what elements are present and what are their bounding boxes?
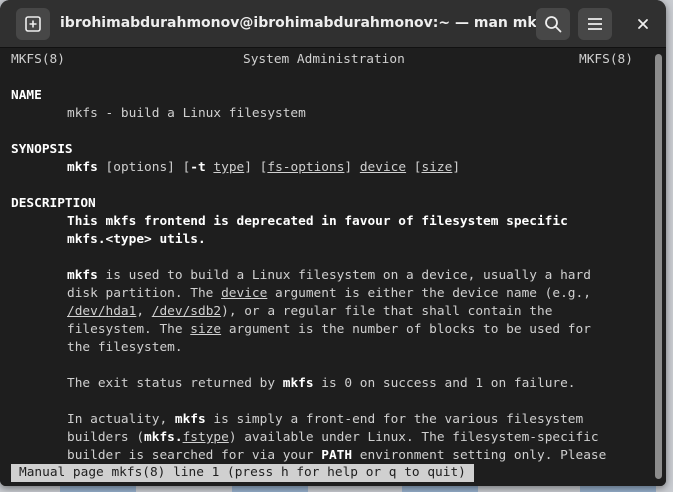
description-line: builders (mkfs.fstype) available under L… (67, 429, 599, 447)
description-text: is used to build a Linux filesystem on a… (97, 268, 591, 283)
description-text: ) available under Linux. The filesystem-… (228, 430, 599, 445)
close-button[interactable] (631, 12, 655, 36)
description-text: ), or a regular file that shall contain … (221, 304, 553, 319)
pager-status-line: Manual page mkfs(8) line 1 (press h for … (11, 464, 474, 482)
device-path: /dev/hda1 (67, 304, 137, 319)
hamburger-menu-icon (588, 18, 602, 30)
title-bar: ibrohimabdurahmonov@ibrohimabdurahmonov:… (0, 0, 666, 48)
description-line: The exit status returned by mkfs is 0 on… (67, 375, 576, 393)
command-name: mkfs (174, 412, 206, 427)
description-line: filesystem. The size argument is the num… (67, 321, 591, 339)
command-name: mkfs (67, 268, 98, 283)
new-tab-button[interactable] (16, 8, 50, 40)
synopsis-text: ] (344, 160, 360, 175)
device-path: /dev/sdb2 (151, 304, 222, 319)
description-text: is 0 on success and 1 on failure. (313, 376, 576, 391)
command-name: mkfs (282, 376, 314, 391)
synopsis-text: [ (406, 160, 422, 175)
man-header-right: MKFS(8) (579, 52, 633, 67)
synopsis-line: mkfs [options] [-t type] [fs-options] de… (67, 159, 460, 177)
section-heading-synopsis: SYNOPSIS (11, 142, 73, 157)
command-name: mkfs. (144, 430, 183, 445)
synopsis-command: mkfs (67, 160, 98, 175)
description-line: In actuality, mkfs is simply a front-end… (67, 411, 583, 429)
synopsis-arg-type: type (213, 160, 245, 175)
description-line: builder is searched for via your PATH en… (67, 447, 606, 465)
synopsis-arg-size: size (421, 160, 453, 175)
arg-fstype: fstype (182, 430, 229, 445)
description-text: argument is the number of blocks to be u… (221, 322, 591, 337)
arg-size: size (190, 322, 222, 337)
description-text: builder is searched for via your (67, 448, 322, 463)
arg-device: device (221, 286, 268, 301)
description-text: , (136, 304, 152, 319)
description-text: disk partition. The (67, 286, 222, 301)
synopsis-arg-fs-options: fs-options (267, 160, 345, 175)
deprecation-notice: This mkfs frontend is deprecated in favo… (67, 214, 568, 229)
scrollbar-thumb[interactable] (655, 54, 662, 479)
synopsis-text: [options] [ (97, 160, 191, 175)
synopsis-flag: -t (190, 160, 206, 175)
description-text: filesystem. The (67, 322, 191, 337)
terminal-content[interactable]: MKFS(8) System Administration MKFS(8) NA… (0, 48, 650, 486)
new-tab-icon (25, 16, 41, 32)
synopsis-text: ] (452, 160, 461, 175)
section-heading-name: NAME (11, 88, 42, 103)
description-text: builders ( (67, 430, 145, 445)
description-text: The exit status returned by (67, 376, 283, 391)
name-text: mkfs - build a Linux filesystem (67, 106, 306, 121)
description-text: argument is either the device name (e.g.… (267, 286, 591, 301)
section-heading-description: DESCRIPTION (11, 196, 96, 211)
description-text: is simply a front-end for the various fi… (205, 412, 584, 427)
terminal-window: ibrohimabdurahmonov@ibrohimabdurahmonov:… (0, 0, 666, 486)
synopsis-text: ] [ (244, 160, 268, 175)
menu-button[interactable] (578, 8, 612, 40)
description-line: mkfs is used to build a Linux filesystem… (67, 267, 591, 285)
description-line: disk partition. The device argument is e… (67, 285, 591, 303)
deprecation-notice: mkfs.<type> utils. (67, 232, 206, 247)
scrollbar[interactable] (650, 48, 666, 486)
search-icon (545, 16, 562, 33)
description-text: In actuality, (67, 412, 175, 427)
close-icon (638, 19, 648, 29)
description-text: environment setting only. Please (352, 448, 607, 463)
man-header-left: MKFS(8) (11, 52, 65, 67)
description-line: the filesystem. (67, 340, 183, 355)
search-button[interactable] (536, 8, 570, 40)
man-header-center: System Administration (243, 52, 405, 67)
description-line: /dev/hda1, /dev/sdb2), or a regular file… (67, 303, 552, 321)
env-var: PATH (321, 448, 353, 463)
synopsis-arg-device: device (359, 160, 407, 175)
window-title: ibrohimabdurahmonov@ibrohimabdurahmonov:… (60, 15, 540, 31)
